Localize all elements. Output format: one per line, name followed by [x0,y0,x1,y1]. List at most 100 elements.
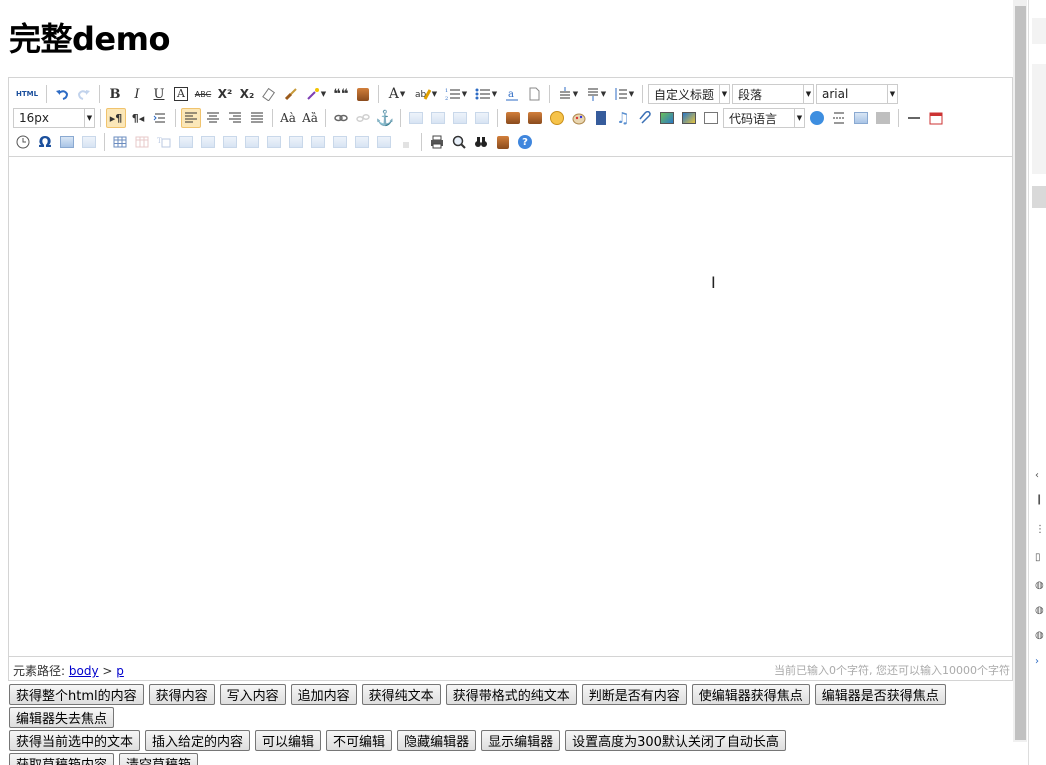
scrawl-icon[interactable] [569,108,589,128]
paragraph-select[interactable]: 段落 ▼ [732,84,814,104]
gmap-icon[interactable] [679,108,699,128]
fontfamily-select[interactable]: arial ▼ [816,84,898,104]
binoculars-icon[interactable] [471,132,491,152]
clock-icon[interactable] [13,132,33,152]
undo-icon[interactable] [52,84,72,104]
link-icon[interactable] [331,108,351,128]
split-rows-icon[interactable] [352,132,372,152]
highlighter-icon[interactable]: ab ▼ [412,84,440,104]
hide-editor-button[interactable]: 隐藏编辑器 [397,730,477,751]
align-center-icon[interactable] [203,108,223,128]
rtl-direction-icon[interactable]: ¶◂ [128,108,148,128]
calendar-icon[interactable] [926,108,946,128]
insert-row-icon[interactable] [176,132,196,152]
blur-button[interactable]: 编辑器失去焦点 [9,707,115,728]
map-icon[interactable] [657,108,677,128]
bold-button[interactable]: B [105,84,125,104]
align-left-icon[interactable] [181,108,201,128]
customstyle-select[interactable]: 自定义标题 ▼ [648,84,730,104]
insert-image-icon[interactable] [525,108,545,128]
webapp-icon[interactable] [807,108,827,128]
charts-icon[interactable] [396,132,416,152]
table-icon[interactable] [110,132,130,152]
insert-col-icon[interactable] [220,132,240,152]
delete-col-icon[interactable] [242,132,262,152]
more-icon[interactable]: ⋮ [1035,524,1045,535]
simple-upload-icon[interactable] [503,108,523,128]
template-icon[interactable] [851,108,871,128]
get-draft-button[interactable]: 获取草稿箱内容 [9,753,115,765]
preview-icon[interactable] [449,132,469,152]
editor-content-area[interactable]: I [9,157,1012,657]
music-icon[interactable]: ♫ [613,108,633,128]
superscript-button[interactable]: X² [215,84,235,104]
align-justify-icon[interactable] [247,108,267,128]
brush-icon[interactable] [281,84,301,104]
path-link-p[interactable]: p [116,664,124,678]
blank-page-icon[interactable] [524,84,544,104]
omega-button[interactable]: Ω [35,132,55,152]
insert-video-icon[interactable] [591,108,611,128]
image-center-icon[interactable] [472,108,492,128]
set-disabled-button[interactable]: 不可编辑 [326,730,393,751]
fontborder-button[interactable]: A [171,84,191,104]
is-focus-button[interactable]: 编辑器是否获得焦点 [814,684,946,705]
line-height-icon[interactable]: ▼ [611,84,637,104]
drafts-icon[interactable] [493,132,513,152]
print-icon[interactable] [427,132,447,152]
get-content-button[interactable]: 获得内容 [148,684,215,705]
split-cells-icon[interactable] [330,132,350,152]
has-content-button[interactable]: 判断是否有内容 [581,684,687,705]
delete-table-icon[interactable] [132,132,152,152]
anchor-icon[interactable]: ⚓ [375,108,395,128]
strikethrough-button[interactable]: ABC [193,84,213,104]
to-uppercase-icon[interactable]: Aà [278,108,298,128]
get-plain-text-button[interactable]: 获得纯文本 [361,684,441,705]
pause-icon[interactable]: ❙ [1035,494,1043,505]
image-right-icon[interactable] [450,108,470,128]
image-left-icon[interactable] [428,108,448,128]
chevron-left-icon[interactable]: ‹ [1035,470,1039,481]
merge-cells-icon[interactable] [264,132,284,152]
split-cols-icon[interactable] [374,132,394,152]
set-height-button[interactable]: 设置高度为300默认关闭了自动长高 [565,730,786,751]
side-panel-tab[interactable] [1032,18,1046,44]
row-spacing-bottom-icon[interactable]: ▼ [583,84,609,104]
path-link-body[interactable]: body [69,664,99,678]
paste-text-icon[interactable] [353,84,373,104]
insert-frame-icon[interactable] [701,108,721,128]
horizontal-rule-icon[interactable] [904,108,924,128]
subscript-button[interactable]: X₂ [237,84,257,104]
indent-icon[interactable] [150,108,170,128]
blockquote-button[interactable]: ❝❝ [331,84,351,104]
unordered-list-icon[interactable]: ▼ [472,84,500,104]
edittip-icon[interactable] [79,132,99,152]
ltr-direction-icon[interactable]: ▸¶ [106,108,126,128]
unlink-icon[interactable] [353,108,373,128]
append-content-button[interactable]: 追加内容 [290,684,357,705]
set-focus-button[interactable]: 使编辑器获得焦点 [691,684,810,705]
align-right-icon[interactable] [225,108,245,128]
get-all-html-button[interactable]: 获得整个html的内容 [9,684,144,705]
attachment-icon[interactable] [635,108,655,128]
get-formatted-text-button[interactable]: 获得带格式的纯文本 [445,684,577,705]
fontsize-select[interactable]: 16px ▼ [13,108,95,128]
set-enabled-button[interactable]: 可以编辑 [255,730,322,751]
panel-icon[interactable]: ▯ [1035,552,1041,563]
insertcode-select[interactable]: 代码语言 ▼ [723,108,805,128]
background-icon[interactable] [873,108,893,128]
insert-paragraph-before-table-icon[interactable]: T [154,132,174,152]
image-none-icon[interactable] [406,108,426,128]
row-spacing-top-icon[interactable]: ▼ [555,84,581,104]
side-panel-scroll-thumb[interactable] [1032,186,1046,208]
eraser-icon[interactable] [259,84,279,104]
italic-button[interactable]: I [127,84,147,104]
get-selected-text-button[interactable]: 获得当前选中的文本 [9,730,141,751]
clear-draft-button[interactable]: 清空草稿箱 [119,753,199,765]
redo-icon[interactable] [74,84,94,104]
source-button[interactable]: HTML [13,84,41,104]
set-content-button[interactable]: 写入内容 [219,684,286,705]
emoji-icon[interactable] [547,108,567,128]
select-all-icon[interactable]: a [502,84,522,104]
database-icon[interactable]: ◍ [1035,630,1044,641]
